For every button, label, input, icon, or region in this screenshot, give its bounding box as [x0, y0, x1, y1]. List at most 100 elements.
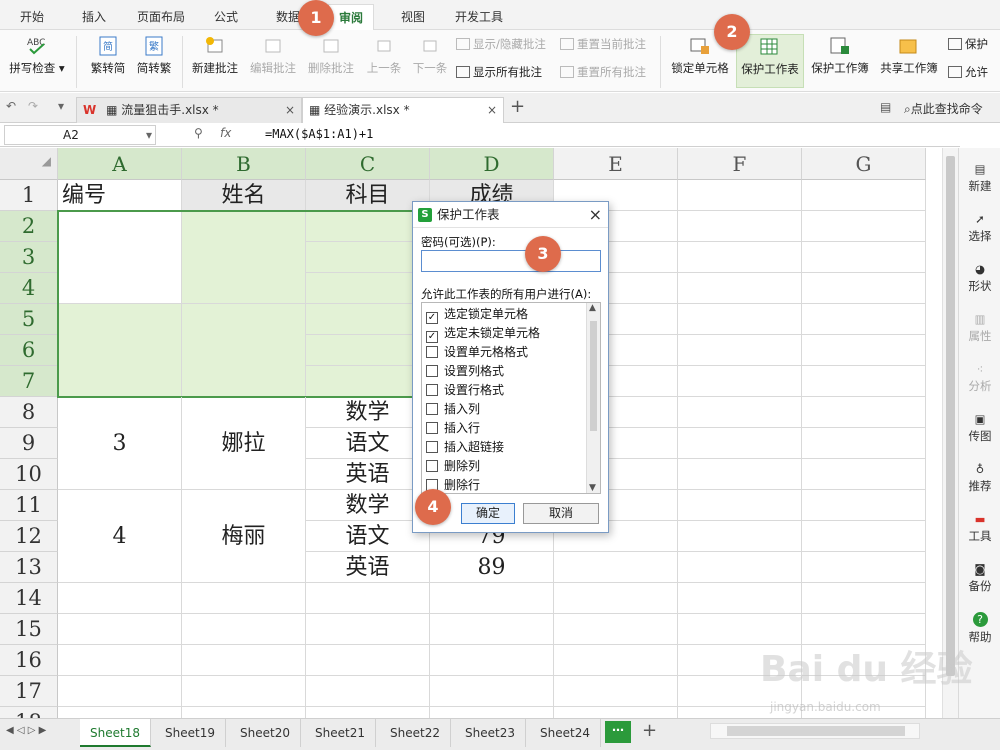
grid-cell[interactable]	[802, 242, 926, 273]
grid-cell[interactable]	[58, 583, 182, 614]
row-header-8[interactable]: 8	[0, 397, 58, 428]
sheet-tab-sheet19[interactable]: Sheet19	[155, 719, 226, 747]
grid-cell[interactable]	[678, 304, 802, 335]
grid-cell[interactable]	[430, 645, 554, 676]
allow-partial-button[interactable]: 允许	[948, 62, 988, 82]
grid-cell[interactable]	[802, 366, 926, 397]
zoom-icon[interactable]: ⚲	[194, 126, 203, 140]
checkbox-checked-icon[interactable]: ✓	[426, 312, 438, 324]
close-icon[interactable]: ×	[589, 202, 602, 228]
grid-cell[interactable]	[182, 614, 306, 645]
grid-cell[interactable]	[58, 676, 182, 707]
grid-cell[interactable]	[678, 521, 802, 552]
add-sheet-icon[interactable]: +	[642, 720, 657, 741]
permission-option[interactable]: 删除列	[426, 457, 480, 476]
checkbox-icon[interactable]	[426, 460, 438, 472]
sheet-tab-sheet23[interactable]: Sheet23	[455, 719, 526, 747]
grid-cell[interactable]	[306, 707, 430, 718]
scrollbar-thumb[interactable]	[946, 156, 955, 676]
cell-b8-merged[interactable]: 娜拉	[182, 397, 306, 490]
row-header-3[interactable]: 3	[0, 242, 58, 273]
permission-option[interactable]: 插入列	[426, 400, 480, 419]
cell-c13[interactable]: 英语	[306, 552, 430, 583]
grid-cell[interactable]	[306, 614, 430, 645]
tab-data[interactable]: 数据	[276, 8, 300, 25]
grid-cell[interactable]	[802, 397, 926, 428]
checkbox-icon[interactable]	[426, 346, 438, 358]
cell-a1[interactable]: 编号	[58, 180, 182, 211]
sheet-tab-sheet24[interactable]: Sheet24	[530, 719, 601, 747]
grid-cell[interactable]	[430, 614, 554, 645]
row-header-12[interactable]: 12	[0, 521, 58, 552]
prev-comment-button[interactable]: 上一条	[362, 34, 406, 88]
row-header-2[interactable]: 2	[0, 211, 58, 242]
grid-cell[interactable]	[802, 180, 926, 211]
sheet-tab-sheet21[interactable]: Sheet21	[305, 719, 376, 747]
grid-cell[interactable]	[182, 676, 306, 707]
grid-cell[interactable]	[306, 645, 430, 676]
tab-developer[interactable]: 开发工具	[455, 8, 503, 25]
dialog-titlebar[interactable]: S 保护工作表 ×	[413, 202, 608, 228]
cell-d13[interactable]: 89	[430, 552, 554, 583]
edit-comment-button[interactable]: 编辑批注	[246, 34, 300, 88]
col-header-g[interactable]: G	[802, 148, 926, 180]
tab-view[interactable]: 视图	[401, 8, 425, 25]
sheet-tab-sheet20[interactable]: Sheet20	[230, 719, 301, 747]
permission-option[interactable]: 插入超链接	[426, 438, 504, 457]
col-header-a[interactable]: A	[58, 148, 182, 180]
checkbox-icon[interactable]	[426, 384, 438, 396]
spell-check-button[interactable]: ABC 拼写检查 ▾	[6, 34, 68, 88]
tab-page-layout[interactable]: 页面布局	[137, 8, 185, 25]
horizontal-scrollbar[interactable]	[710, 723, 920, 739]
grid-cell[interactable]	[182, 583, 306, 614]
row-header-11[interactable]: 11	[0, 490, 58, 521]
checkbox-icon[interactable]	[426, 422, 438, 434]
protect-partial-button[interactable]: 保护	[948, 34, 988, 54]
sidebar-item-new[interactable]: ▤ 新建	[959, 162, 1000, 194]
grid-cell[interactable]	[678, 490, 802, 521]
grid-cell[interactable]	[58, 614, 182, 645]
row-header-13[interactable]: 13	[0, 552, 58, 583]
grid-cell[interactable]	[678, 335, 802, 366]
cell-a8-merged[interactable]: 3	[58, 397, 182, 490]
grid-cell[interactable]	[678, 211, 802, 242]
sheet-nav-icons[interactable]: ◀ ◁ ▷ ▶	[6, 725, 46, 736]
grid-cell[interactable]	[678, 273, 802, 304]
new-comment-button[interactable]: 新建批注	[188, 34, 242, 88]
row-header-4[interactable]: 4	[0, 273, 58, 304]
row-header-17[interactable]: 17	[0, 676, 58, 707]
sidebar-item-analysis[interactable]: ⁖ 分析	[959, 362, 1000, 394]
close-icon[interactable]: ×	[285, 98, 295, 122]
grid-cell[interactable]	[554, 707, 678, 718]
quick-access-dropdown-icon[interactable]: ▾	[58, 99, 64, 113]
show-hide-comment-button[interactable]: 显示/隐藏批注	[456, 34, 546, 54]
row-header-6[interactable]: 6	[0, 335, 58, 366]
sidebar-item-shape[interactable]: ◕ 形状	[959, 262, 1000, 294]
row-header-9[interactable]: 9	[0, 428, 58, 459]
grid-cell[interactable]	[802, 273, 926, 304]
col-header-f[interactable]: F	[678, 148, 802, 180]
row-header-7[interactable]: 7	[0, 366, 58, 397]
panel-icon[interactable]: ▤	[880, 100, 891, 114]
new-tab-icon[interactable]: +	[510, 96, 525, 117]
grid-cell[interactable]	[802, 459, 926, 490]
grid-cell[interactable]	[678, 180, 802, 211]
grid-cell[interactable]	[554, 552, 678, 583]
grid-cell[interactable]	[182, 707, 306, 718]
sidebar-item-tools[interactable]: ▬ 工具	[959, 512, 1000, 544]
grid-cell[interactable]	[802, 335, 926, 366]
permission-option[interactable]: ✓ 选定锁定单元格	[426, 305, 528, 324]
tab-formulas[interactable]: 公式	[214, 8, 238, 25]
grid-cell[interactable]	[58, 707, 182, 718]
protect-workbook-button[interactable]: 保护工作簿	[806, 34, 874, 88]
col-header-e[interactable]: E	[554, 148, 678, 180]
permission-list-scrollbar[interactable]: ▲ ▼	[586, 303, 600, 493]
permission-list[interactable]: ✓ 选定锁定单元格 ✓ 选定未锁定单元格 设置单元格格式 设置列格式 设置行格式 插入列 插入行…	[421, 302, 601, 494]
grid-cell[interactable]	[430, 676, 554, 707]
grid-cell[interactable]	[802, 428, 926, 459]
row-header-10[interactable]: 10	[0, 459, 58, 490]
sidebar-item-properties[interactable]: ▥ 属性	[959, 312, 1000, 344]
grid-cell[interactable]	[678, 459, 802, 490]
grid-cell[interactable]	[58, 645, 182, 676]
grid-cell[interactable]	[802, 304, 926, 335]
